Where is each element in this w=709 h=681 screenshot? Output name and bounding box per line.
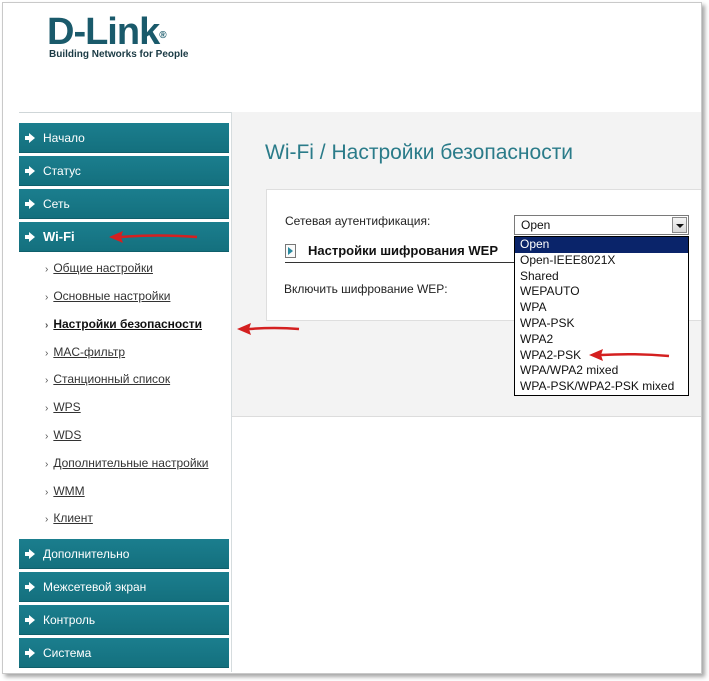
nav-item-label: Статус	[43, 163, 81, 178]
nav-item-label: Сеть	[43, 196, 70, 211]
sidebar-subitem-label: WPS	[53, 400, 81, 414]
nav-item-control[interactable]: Контроль	[19, 605, 229, 635]
sidebar-subitem-wds[interactable]: › WDS	[45, 428, 81, 442]
sidebar-subitem-security[interactable]: › Настройки безопасности	[45, 317, 202, 331]
nav-item-system[interactable]: Система	[19, 638, 229, 668]
arrow-right-icon	[25, 231, 35, 242]
arrow-right-icon	[25, 548, 35, 559]
nav-item-label: Дополнительно	[43, 546, 130, 561]
bullet-icon: ›	[45, 431, 49, 442]
auth-dropdown-list: Open Open-IEEE8021X Shared WEPAUTO WPA W…	[514, 236, 689, 396]
sidebar-subitem-wmm[interactable]: › WMM	[45, 484, 85, 498]
auth-option-open[interactable]: Open	[515, 237, 688, 253]
sidebar-subitem-basic[interactable]: › Основные настройки	[45, 289, 170, 303]
wep-section-title: Настройки шифрования WEP	[308, 243, 498, 258]
wep-section-header: Настройки шифрования WEP	[285, 239, 515, 263]
arrow-right-icon	[25, 165, 35, 176]
sidebar-subitem-label: WMM	[53, 484, 85, 498]
auth-option-wpa-psk[interactable]: WPA-PSK	[515, 316, 688, 332]
nav-item-firewall[interactable]: Межсетевой экран	[19, 572, 229, 602]
nav-item-network[interactable]: Сеть	[19, 189, 229, 219]
nav-item-home[interactable]: Начало	[19, 123, 229, 153]
browser-frame: D-Link® Building Networks for People Нач…	[2, 2, 702, 674]
annotation-arrow-wpa2-psk	[589, 349, 670, 361]
annotation-arrow-wifi	[109, 231, 198, 243]
bullet-icon: ›	[45, 487, 49, 498]
nav-item-label: Межсетевой экран	[43, 579, 147, 594]
auth-label: Сетевая аутентификация:	[285, 214, 431, 228]
logo-tagline: Building Networks for People	[49, 49, 189, 60]
bullet-icon: ›	[45, 348, 49, 359]
bullet-icon: ›	[45, 292, 49, 303]
arrow-right-icon	[25, 198, 35, 209]
bullet-icon: ›	[45, 375, 49, 386]
auth-option-open-ieee8021x[interactable]: Open-IEEE8021X	[515, 253, 688, 269]
bullet-icon: ›	[45, 514, 49, 525]
bullet-icon: ›	[45, 459, 49, 470]
bullet-icon: ›	[45, 403, 49, 414]
sidebar-subitem-wps[interactable]: › WPS	[45, 400, 81, 414]
sidebar-subitem-label: Станционный список	[53, 372, 171, 386]
page-title: Wi-Fi / Настройки безопасности	[265, 141, 574, 164]
arrow-right-icon	[25, 614, 35, 625]
sidebar-subitem-station-list[interactable]: › Станционный список	[45, 372, 170, 386]
auth-select[interactable]: Open	[514, 215, 689, 235]
logo-wordmark: D-Link	[47, 11, 160, 53]
auth-option-shared[interactable]: Shared	[515, 269, 688, 285]
auth-option-wpa-wpa2-mixed[interactable]: WPA/WPA2 mixed	[515, 363, 688, 379]
nav-item-additional[interactable]: Дополнительно	[19, 539, 229, 569]
annotation-arrow-security	[237, 323, 300, 335]
nav-item-status[interactable]: Статус	[19, 156, 229, 186]
sidebar-subitem-label: Основные настройки	[53, 289, 171, 303]
bullet-icon: ›	[45, 320, 49, 331]
sidebar-subitem-client[interactable]: › Клиент	[45, 511, 93, 525]
arrow-right-icon	[25, 132, 35, 143]
auth-option-wpa-psk-wpa2-psk-mixed[interactable]: WPA-PSK/WPA2-PSK mixed	[515, 379, 688, 395]
sidebar-subitem-label: Дополнительные настройки	[53, 456, 209, 470]
sidebar: Начало Статус Сеть Wi-Fi › Общие настройк…	[19, 112, 231, 672]
bullet-icon: ›	[45, 264, 49, 275]
nav-item-label: Начало	[43, 130, 85, 145]
auth-select-value: Open	[521, 218, 551, 232]
sidebar-subitem-label: Настройки безопасности	[53, 317, 203, 331]
chevron-down-icon[interactable]	[672, 217, 687, 233]
auth-option-wepauto[interactable]: WEPAUTO	[515, 284, 688, 300]
nav-item-label: Контроль	[43, 612, 96, 627]
nav-item-label: Wi-Fi	[43, 229, 75, 244]
wep-enable-label: Включить шифрование WEP:	[284, 282, 448, 296]
document-icon	[285, 243, 296, 258]
dlink-logo: D-Link® Building Networks for People	[47, 11, 189, 60]
auth-option-wpa[interactable]: WPA	[515, 300, 688, 316]
arrow-right-icon	[25, 647, 35, 658]
arrow-right-icon	[25, 581, 35, 592]
auth-option-wpa2[interactable]: WPA2	[515, 332, 688, 348]
sidebar-subitem-label: MAC-фильтр	[53, 345, 126, 359]
sidebar-subitem-label: Клиент	[53, 511, 93, 525]
sidebar-divider	[231, 112, 232, 672]
nav-item-label: Система	[43, 645, 92, 660]
sidebar-subitem-advanced[interactable]: › Дополнительные настройки	[45, 456, 208, 470]
sidebar-subitem-label: WDS	[53, 428, 82, 442]
sidebar-subitem-label: Общие настройки	[53, 261, 153, 275]
sidebar-subitem-general[interactable]: › Общие настройки	[45, 261, 153, 275]
sidebar-subitem-mac-filter[interactable]: › MAC-фильтр	[45, 345, 125, 359]
